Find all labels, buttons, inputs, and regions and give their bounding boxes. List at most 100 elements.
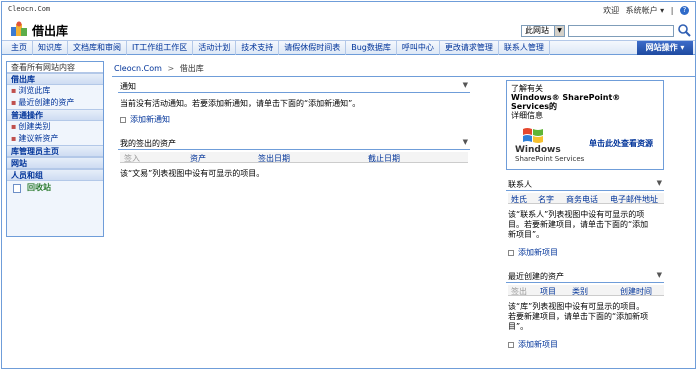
column-header[interactable]: 名字 xyxy=(538,194,554,205)
nav-tab[interactable]: 知识库 xyxy=(33,41,68,55)
search-input[interactable] xyxy=(568,25,674,37)
recent-assets-column-header: 签出 项目 类别 创建时间 xyxy=(508,285,664,296)
empty-line: 目。若要新建项目，请单击下面的“添加 xyxy=(508,220,649,229)
recent-assets-header: 最近创建的资产 ▼ xyxy=(506,271,664,283)
add-icon xyxy=(508,249,514,256)
announcements-title[interactable]: 通知 xyxy=(120,82,136,92)
page-title: 借出库 xyxy=(32,24,69,38)
column-header[interactable]: 签出日期 xyxy=(258,153,290,164)
info-line: 详细信息 xyxy=(511,111,543,120)
breadcrumb-separator: > xyxy=(167,64,175,73)
quick-launch-heading[interactable]: 借出库 xyxy=(7,73,103,85)
welcome-area: 欢迎 系统帐户 ▾ | ? xyxy=(599,5,689,16)
divider xyxy=(112,76,695,77)
contacts-column-header: 姓氏 名字 商务电话 电子邮件地址 xyxy=(508,193,664,204)
chevron-down-icon: ▼ xyxy=(554,26,564,36)
checked-out-column-header: 签入 资产 签出日期 截止日期 xyxy=(120,152,468,163)
column-header[interactable]: 类别 xyxy=(572,286,588,297)
recycle-bin-link[interactable]: 回收站 xyxy=(7,181,103,195)
quick-launch-item-label: 创建类别 xyxy=(18,122,51,131)
breadcrumb-root-link[interactable]: Cleocn.Com xyxy=(114,64,162,73)
nav-tab[interactable]: 活动计划 xyxy=(193,41,237,55)
logo-subtext: SharePoint Services xyxy=(515,155,585,163)
nav-tab[interactable]: 文档库和审阅 xyxy=(68,41,127,55)
quick-launch-item[interactable]: ▪ 浏览此库 xyxy=(7,85,103,97)
announcements-header: 通知 ▼ xyxy=(118,81,470,93)
contacts-header: 联系人 ▼ xyxy=(506,179,664,191)
account-menu[interactable]: 系统帐户 ▾ xyxy=(626,6,665,15)
empty-line: 目”。 xyxy=(508,322,529,331)
breadcrumb-current: 借出库 xyxy=(179,64,204,73)
quick-launch-heading[interactable]: 库管理员主页 xyxy=(7,145,103,157)
logo-text: Windows xyxy=(515,145,561,155)
quick-launch: 查看所有网站内容 借出库 ▪ 浏览此库 ▪ 最近创建的资产 普通操作 ▪ 创建类别 ▪ 建议新资产… xyxy=(6,61,104,237)
quick-launch-item-label: 建议新资产 xyxy=(18,134,59,143)
nav-tab[interactable]: 技术支持 xyxy=(236,41,280,55)
search-icon[interactable] xyxy=(677,23,691,38)
webpart-menu-icon[interactable]: ▼ xyxy=(657,271,662,279)
add-icon xyxy=(508,341,514,348)
nav-tab[interactable]: 更改请求管理 xyxy=(440,41,499,55)
quick-launch-heading[interactable]: 普通操作 xyxy=(7,109,103,121)
nav-tab[interactable]: Bug数据库 xyxy=(346,41,397,55)
recent-assets-title[interactable]: 最近创建的资产 xyxy=(508,272,564,282)
column-header[interactable]: 资产 xyxy=(190,153,206,164)
webpart-menu-icon[interactable]: ▼ xyxy=(657,179,662,187)
top-bar: Cleocn.Com 欢迎 系统帐户 ▾ | ? xyxy=(2,2,695,18)
separator: | xyxy=(670,6,674,15)
webpart-menu-icon[interactable]: ▼ xyxy=(463,81,468,89)
nav-tab[interactable]: 请假休假时间表 xyxy=(279,41,347,55)
add-announcement-label: 添加新通知 xyxy=(130,115,170,124)
recent-assets-empty-text: 该“库”列表视图中设有可显示的项目。 若要新建项目，请单击下面的“添加新项 目”… xyxy=(508,302,648,332)
contacts-empty-text: 该“联系人”列表视图中设有可显示的项 目。若要新建项目，请单击下面的“添加 新项… xyxy=(508,210,648,240)
quick-launch-item[interactable]: ▪ 最近创建的资产 xyxy=(7,97,103,109)
title-row: 借出库 此网站 ▼ xyxy=(2,18,695,40)
webpart-menu-icon[interactable]: ▼ xyxy=(463,138,468,146)
column-header[interactable]: 签出 xyxy=(511,286,527,297)
view-resources-link[interactable]: 单击此处查看资源 xyxy=(589,138,653,149)
view-all-site-content-link[interactable]: 查看所有网站内容 xyxy=(7,62,103,73)
column-header[interactable]: 签入 xyxy=(124,153,140,164)
empty-line: 若要新建项目，请单击下面的“添加新项 xyxy=(508,312,649,321)
bullet-icon: ▪ xyxy=(11,86,17,95)
sharepoint-info-box: 了解有关 Windows® SharePoint® Services的 详细信息… xyxy=(506,80,664,170)
windows-flag-icon xyxy=(523,128,543,143)
column-header[interactable]: 创建时间 xyxy=(620,286,652,297)
checked-out-title[interactable]: 我的签出的资产 xyxy=(120,139,176,149)
column-header[interactable]: 截止日期 xyxy=(368,153,400,164)
contacts-title[interactable]: 联系人 xyxy=(508,180,532,190)
add-asset-link[interactable]: 添加新项目 xyxy=(508,339,558,350)
recycle-bin-label: 回收站 xyxy=(27,183,51,192)
add-announcement-link[interactable]: 添加新通知 xyxy=(120,114,170,125)
quick-launch-heading[interactable]: 人员和组 xyxy=(7,169,103,181)
nav-tab[interactable]: 主页 xyxy=(6,41,33,55)
welcome-label: 欢迎 xyxy=(603,6,620,15)
nav-tab[interactable]: 呼叫中心 xyxy=(397,41,440,55)
column-header[interactable]: 电子邮件地址 xyxy=(610,194,658,205)
site-url-link[interactable]: Cleocn.Com xyxy=(8,5,50,13)
quick-launch-heading[interactable]: 网站 xyxy=(7,157,103,169)
help-icon[interactable]: ? xyxy=(680,6,689,15)
search-scope-select[interactable]: 此网站 ▼ xyxy=(521,25,565,37)
nav-tab[interactable]: IT工作组工作区 xyxy=(127,41,194,55)
recycle-bin-icon xyxy=(13,183,21,193)
bullet-icon: ▪ xyxy=(11,98,17,107)
add-contact-link[interactable]: 添加新项目 xyxy=(508,247,558,258)
browser-page: Cleocn.Com 欢迎 系统帐户 ▾ | ? 借出库 此网站 ▼ 主页 知识库… xyxy=(1,1,696,369)
empty-line: 该“库”列表视图中设有可显示的项目。 xyxy=(508,302,645,311)
add-asset-label: 添加新项目 xyxy=(518,340,558,349)
column-header[interactable]: 姓氏 xyxy=(511,194,527,205)
checked-out-header: 我的签出的资产 ▼ xyxy=(118,138,470,150)
announcements-empty-text: 当前没有活动通知。若要添加新通知，请单击下面的“添加新通知”。 xyxy=(120,99,361,108)
bullet-icon: ▪ xyxy=(11,134,17,143)
quick-launch-item[interactable]: ▪ 建议新资产 xyxy=(7,133,103,145)
info-line: Windows® SharePoint® Services的 xyxy=(511,93,621,111)
column-header[interactable]: 商务电话 xyxy=(566,194,598,205)
quick-launch-item[interactable]: ▪ 创建类别 xyxy=(7,121,103,133)
add-icon xyxy=(120,116,126,123)
nav-tab[interactable]: 联系人管理 xyxy=(499,41,550,55)
column-header[interactable]: 项目 xyxy=(540,286,556,297)
quick-launch-item-label: 最近创建的资产 xyxy=(18,98,75,107)
site-actions-button[interactable]: 网站操作 ▾ xyxy=(637,41,693,55)
empty-line: 该“联系人”列表视图中设有可显示的项 xyxy=(508,210,645,219)
